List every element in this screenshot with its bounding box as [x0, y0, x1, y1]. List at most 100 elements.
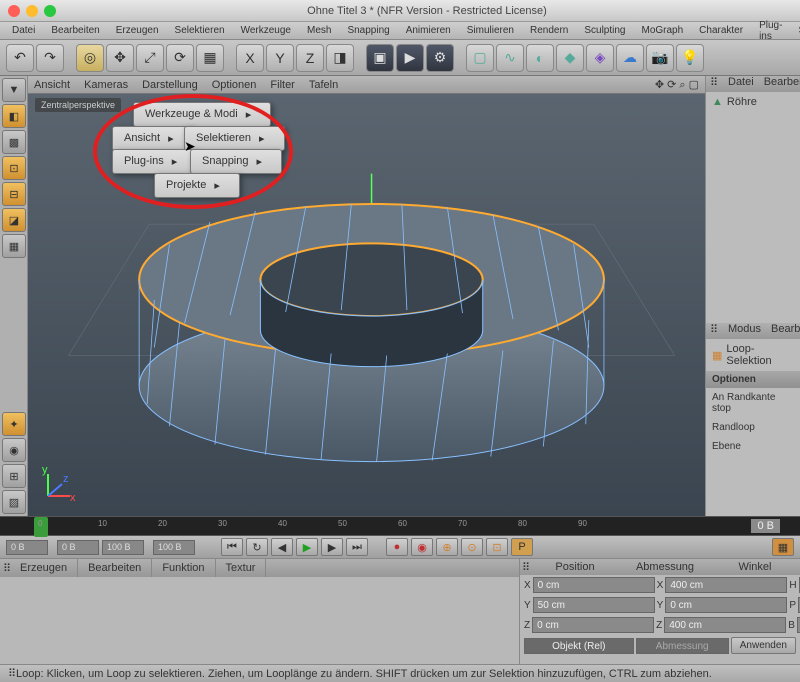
edge-mode-button[interactable]: ⊟: [2, 182, 26, 206]
prev-frame-button[interactable]: ◀: [271, 538, 293, 556]
model-mode-button[interactable]: ◧: [2, 104, 26, 128]
attr-tab-modus[interactable]: Modus: [728, 323, 761, 339]
mm-tab-funktion[interactable]: Funktion: [152, 559, 215, 577]
menu-rendern[interactable]: Rendern: [522, 23, 576, 38]
point-mode-button[interactable]: ⊡: [2, 156, 26, 180]
opt-randkante[interactable]: An Randkante stop: [706, 388, 800, 418]
dim-y-field[interactable]: [665, 597, 787, 613]
goto-end-button[interactable]: ⏭: [346, 538, 368, 556]
ctx-selektieren[interactable]: Selektieren▸: [184, 126, 285, 151]
key-pla-button[interactable]: P: [511, 538, 533, 556]
opt-randloop[interactable]: Randloop: [706, 418, 800, 437]
light-button[interactable]: 💡: [676, 44, 704, 72]
object-mode-button[interactable]: ▩: [2, 130, 26, 154]
object-row[interactable]: ▲ Röhre: [706, 92, 800, 112]
ctx-projekte[interactable]: Projekte▸: [154, 173, 240, 198]
dim-x-field[interactable]: [665, 577, 787, 593]
menu-snapping[interactable]: Snapping: [339, 23, 397, 38]
workplane-button[interactable]: ▨: [2, 490, 26, 514]
ctx-projekte-item[interactable]: Projekte▸: [156, 175, 238, 196]
end-frame-field[interactable]: [102, 540, 144, 555]
last-tool-button[interactable]: ▦: [196, 44, 224, 72]
nurbs-button[interactable]: ◐: [526, 44, 554, 72]
menu-bearbeiten[interactable]: Bearbeiten: [43, 23, 107, 38]
preview-end-field[interactable]: [153, 540, 195, 555]
menu-werkzeuge[interactable]: Werkzeuge: [233, 23, 299, 38]
spline-button[interactable]: ∿: [496, 44, 524, 72]
play-button[interactable]: ▶: [296, 538, 318, 556]
menu-mograph[interactable]: MoGraph: [633, 23, 691, 38]
ctx-ansicht-item[interactable]: Ansicht▸: [114, 128, 192, 149]
cube-primitive-button[interactable]: ▢: [466, 44, 494, 72]
mm-tab-erzeugen[interactable]: Erzeugen: [10, 559, 78, 577]
coord-tab-winkel[interactable]: Winkel: [710, 559, 800, 575]
minimize-window-button[interactable]: [26, 5, 38, 17]
vp-tafeln[interactable]: Tafeln: [309, 79, 338, 91]
next-frame-button[interactable]: ▶: [321, 538, 343, 556]
vp-kameras[interactable]: Kameras: [84, 79, 128, 91]
render-settings-button[interactable]: ⚙: [426, 44, 454, 72]
y-axis-button[interactable]: Y: [266, 44, 294, 72]
viewport-solo-button[interactable]: ◉: [2, 438, 26, 462]
x-axis-button[interactable]: X: [236, 44, 264, 72]
undo-button[interactable]: ↶: [6, 44, 34, 72]
record-key-button[interactable]: ●: [386, 538, 408, 556]
mm-tab-bearbeiten[interactable]: Bearbeiten: [78, 559, 152, 577]
menu-simulieren[interactable]: Simulieren: [459, 23, 522, 38]
make-editable-button[interactable]: ▼: [2, 78, 26, 102]
menu-erzeugen[interactable]: Erzeugen: [108, 23, 167, 38]
menu-datei[interactable]: Datei: [4, 23, 43, 38]
move-tool-button[interactable]: ✥: [106, 44, 134, 72]
ctx-tools-item[interactable]: Werkzeuge & Modi▸: [135, 104, 269, 125]
key-rot-button[interactable]: ⊙: [461, 538, 483, 556]
vp-darstellung[interactable]: Darstellung: [142, 79, 198, 91]
vp-filter[interactable]: Filter: [270, 79, 294, 91]
scale-tool-button[interactable]: ⤢: [136, 44, 164, 72]
menu-skript[interactable]: Skript: [790, 23, 800, 38]
redo-button[interactable]: ↷: [36, 44, 64, 72]
menu-selektieren[interactable]: Selektieren: [167, 23, 233, 38]
axis-button[interactable]: ✦: [2, 412, 26, 436]
ctx-selektieren-item[interactable]: Selektieren▸: [186, 128, 283, 149]
rp-tab-datei[interactable]: Datei: [728, 76, 754, 92]
coord-tab-abmessung[interactable]: Abmessung: [620, 559, 710, 575]
snap-button[interactable]: ⊞: [2, 464, 26, 488]
maximize-window-button[interactable]: [44, 5, 56, 17]
rp-tab-bearbeiten[interactable]: Bearbeite: [764, 76, 800, 92]
ctx-snapping[interactable]: Snapping▸: [190, 149, 282, 174]
vp-nav-icons[interactable]: ✥ ⟳ ⌕ ▢: [655, 78, 699, 92]
key-scale-button[interactable]: ⊡: [486, 538, 508, 556]
timeline[interactable]: 0 10 20 30 40 50 60 70 80 90 0 B: [0, 516, 800, 536]
render-view-button[interactable]: ▣: [366, 44, 394, 72]
generator-button[interactable]: ◆: [556, 44, 584, 72]
attr-tab-bearbeiten[interactable]: Bearbe: [771, 323, 800, 339]
coord-tab-position[interactable]: Position: [530, 559, 620, 575]
start-frame-field[interactable]: [6, 540, 48, 555]
layout-button[interactable]: ▦: [772, 538, 794, 556]
menu-charakter[interactable]: Charakter: [691, 23, 751, 38]
pos-y-field[interactable]: [533, 597, 655, 613]
polygon-mode-button[interactable]: ◪: [2, 208, 26, 232]
rotate-tool-button[interactable]: ⟳: [166, 44, 194, 72]
coord-system-button[interactable]: ◨: [326, 44, 354, 72]
camera-button[interactable]: 📷: [646, 44, 674, 72]
menu-animieren[interactable]: Animieren: [398, 23, 459, 38]
z-axis-button[interactable]: Z: [296, 44, 324, 72]
pos-x-field[interactable]: [533, 577, 655, 593]
environment-button[interactable]: ☁: [616, 44, 644, 72]
pos-z-field[interactable]: [532, 617, 654, 633]
menu-plugins[interactable]: Plug-ins: [751, 18, 790, 44]
coord-mode-select[interactable]: Objekt (Rel): [524, 638, 634, 654]
opt-ebene[interactable]: Ebene: [706, 437, 800, 456]
goto-start-button[interactable]: ⏮: [221, 538, 243, 556]
vp-optionen[interactable]: Optionen: [212, 79, 257, 91]
vp-ansicht[interactable]: Ansicht: [34, 79, 70, 91]
deformer-button[interactable]: ◈: [586, 44, 614, 72]
live-select-button[interactable]: ◎: [76, 44, 104, 72]
menu-mesh[interactable]: Mesh: [299, 23, 339, 38]
render-pv-button[interactable]: ▶: [396, 44, 424, 72]
close-window-button[interactable]: [8, 5, 20, 17]
mm-tab-textur[interactable]: Textur: [216, 559, 267, 577]
texture-mode-button[interactable]: ▦: [2, 234, 26, 258]
coord-dim-select[interactable]: Abmessung: [636, 638, 729, 654]
